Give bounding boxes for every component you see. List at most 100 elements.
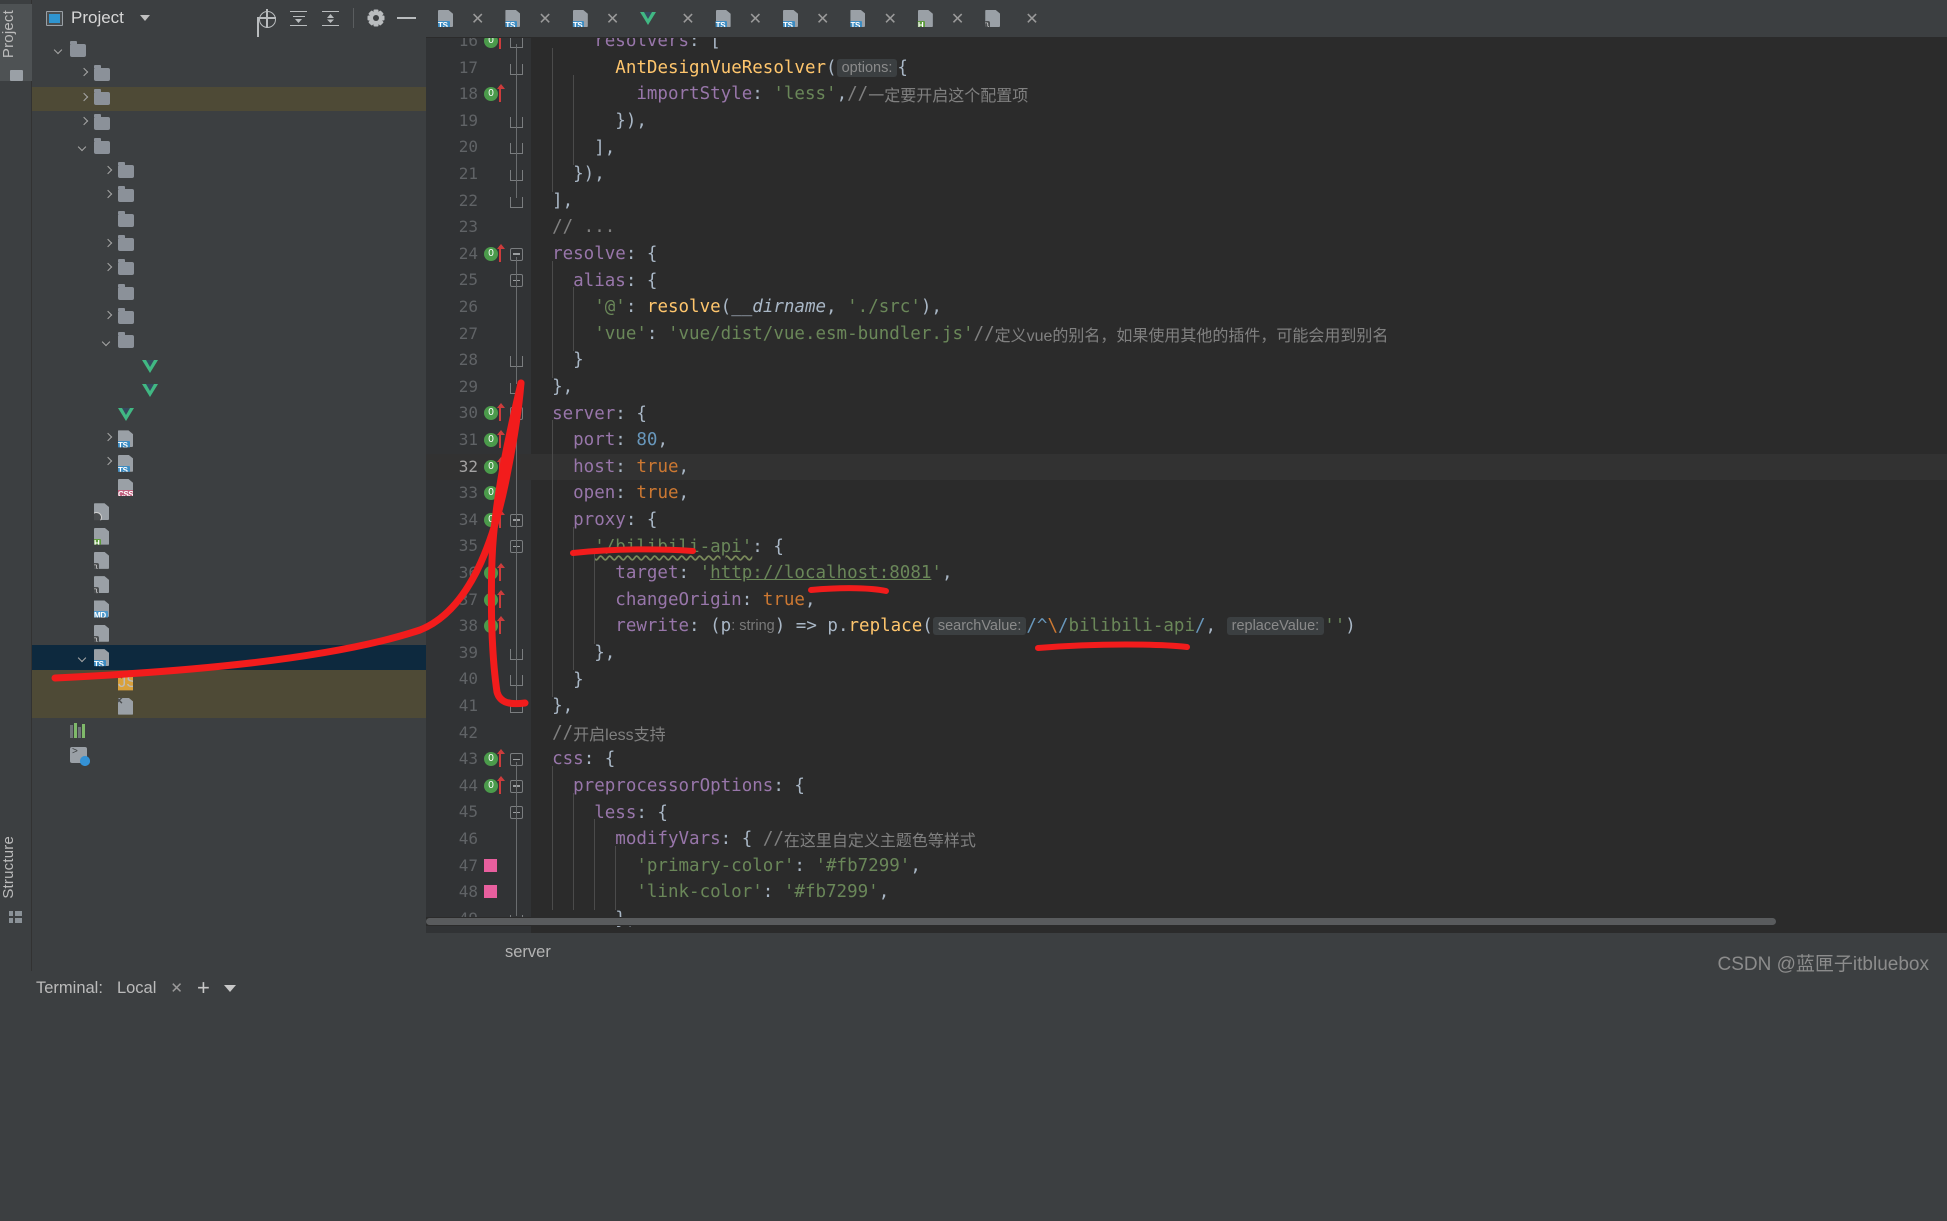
tree-item-styles[interactable] xyxy=(32,281,426,305)
code-line[interactable]: less: { xyxy=(531,799,1947,826)
version-control-marker[interactable]: 0 xyxy=(484,456,505,475)
chevron-right-icon[interactable] xyxy=(78,93,90,105)
code-fold-end[interactable] xyxy=(510,196,523,208)
tree-item-bilibili-vue3-ts[interactable] xyxy=(32,38,426,62)
code-line[interactable]: AntDesignVueResolver( options: { xyxy=(531,55,1947,82)
editor-tab-login-vue[interactable]: ✕ xyxy=(628,0,703,37)
code-line[interactable]: modifyVars: { // 在这里自定义主题色等样式 xyxy=(531,826,1947,853)
editor-tab-main-ts[interactable]: TS ✕ xyxy=(493,0,560,37)
code-line[interactable]: preprocessorOptions: { xyxy=(531,773,1947,800)
code-line[interactable]: '/bilibili-api': { xyxy=(531,533,1947,560)
code-line[interactable]: }, xyxy=(531,374,1947,401)
version-control-marker[interactable]: 0 xyxy=(484,430,505,448)
chevron-right-icon[interactable] xyxy=(102,239,114,251)
code-line[interactable]: rewrite: (p : string ) => p. replace( sea… xyxy=(531,613,1947,640)
close-icon[interactable]: ✕ xyxy=(816,9,829,29)
code-line[interactable]: target: ' http://localhost:8081 ', xyxy=(531,560,1947,587)
code-line[interactable]: ], xyxy=(531,188,1947,215)
code-line[interactable]: 'link-color': '#fb7299', xyxy=(531,879,1947,906)
tree-item-src[interactable] xyxy=(32,135,426,159)
add-terminal-button[interactable]: + xyxy=(197,977,210,999)
color-swatch-marker[interactable] xyxy=(484,885,497,899)
tree-item-vite-config-ts[interactable]: TS xyxy=(32,645,426,670)
code-line[interactable]: server: { xyxy=(531,400,1947,427)
tree-item-package-lock-json[interactable] xyxy=(32,573,426,597)
tree-item-main-ts[interactable]: TS xyxy=(32,427,426,451)
code-line[interactable]: }), xyxy=(531,161,1947,188)
tree-item-router[interactable] xyxy=(32,232,426,256)
tree-item-views[interactable] xyxy=(32,330,426,354)
code-line[interactable]: host: true, xyxy=(531,454,1947,481)
terminal-local-tab[interactable]: Local xyxy=(117,979,156,998)
close-icon[interactable]: ✕ xyxy=(951,9,964,29)
code-line[interactable]: changeOrigin: true, xyxy=(531,587,1947,614)
code-content[interactable]: resolvers: [ AntDesignVueResolver( optio… xyxy=(531,38,1947,933)
tree-item-node-modules[interactable] xyxy=(32,86,426,111)
tool-window-project-button[interactable]: Project xyxy=(0,4,32,82)
code-line[interactable]: resolve: { xyxy=(531,241,1947,268)
editor-tab-request-ts[interactable]: TS ✕ xyxy=(771,0,838,37)
editor-tab-package-jso[interactable]: ✕ xyxy=(973,0,1047,37)
code-line[interactable]: resolvers: [ xyxy=(531,38,1947,55)
close-icon[interactable]: ✕ xyxy=(749,9,762,29)
close-icon[interactable]: ✕ xyxy=(606,9,619,29)
tree-item-package-json[interactable] xyxy=(32,548,426,572)
editor-horizontal-scrollbar[interactable] xyxy=(426,917,1947,926)
code-line[interactable]: }), xyxy=(531,108,1947,135)
close-icon[interactable]: ✕ xyxy=(471,9,484,29)
chevron-down-icon[interactable] xyxy=(54,44,66,56)
chevron-right-icon[interactable] xyxy=(78,117,90,129)
tree-item-public[interactable] xyxy=(32,111,426,135)
code-line[interactable]: '@': resolve(__dirname, './src'), xyxy=(531,294,1947,321)
editor-tab-bar[interactable]: TS✕TS✕TS✕✕TS✕TS✕TS✕H✕✕ xyxy=(426,0,1947,38)
minimize-icon[interactable] xyxy=(397,17,416,19)
gear-icon[interactable] xyxy=(367,9,384,27)
chevron-right-icon[interactable] xyxy=(102,311,114,323)
code-line[interactable]: 'primary-color': '#fb7299', xyxy=(531,853,1947,880)
project-title-box[interactable]: Project xyxy=(46,8,150,28)
tree-item-scratches-and-consoles[interactable] xyxy=(32,743,426,767)
chevron-down-icon[interactable] xyxy=(78,141,90,153)
version-control-marker[interactable]: 0 xyxy=(484,243,505,262)
version-control-marker[interactable]: 0 xyxy=(484,563,505,581)
tree-item-gitignore[interactable] xyxy=(32,500,426,524)
tree-item-app-vue[interactable] xyxy=(32,402,426,426)
chevron-right-icon[interactable] xyxy=(102,433,114,445)
chevron-right-icon[interactable] xyxy=(102,457,114,469)
chevron-right-icon[interactable] xyxy=(102,190,114,202)
code-line[interactable]: port: 80, xyxy=(531,427,1947,454)
editor-tab-router-index-ts[interactable]: TS ✕ xyxy=(704,0,771,37)
tree-item-components[interactable] xyxy=(32,208,426,232)
code-line[interactable]: } xyxy=(531,666,1947,693)
terminal-label[interactable]: Terminal: xyxy=(36,979,103,998)
code-editor[interactable]: resolvers: [ AntDesignVueResolver( optio… xyxy=(426,38,1947,933)
tree-item-style-css[interactable]: CSS xyxy=(32,475,426,499)
code-line[interactable]: proxy: { xyxy=(531,507,1947,534)
chevron-down-icon[interactable] xyxy=(139,15,150,21)
chevron-right-icon[interactable] xyxy=(102,263,114,275)
code-line[interactable]: css: { xyxy=(531,746,1947,773)
code-line[interactable]: } xyxy=(531,347,1947,374)
collapse-all-icon[interactable] xyxy=(321,9,340,28)
tree-item-api[interactable] xyxy=(32,159,426,183)
tree-item-login-vue[interactable] xyxy=(32,378,426,402)
expand-all-icon[interactable] xyxy=(289,9,308,28)
code-fold-end[interactable] xyxy=(510,382,523,394)
color-swatch-marker[interactable] xyxy=(484,858,497,872)
code-fold-end[interactable] xyxy=(510,702,523,713)
locate-icon[interactable] xyxy=(257,8,276,28)
tree-item-home-vue[interactable] xyxy=(32,354,426,378)
code-line[interactable]: ], xyxy=(531,134,1947,161)
chevron-right-icon[interactable] xyxy=(102,166,114,178)
tree-item-utils[interactable] xyxy=(32,305,426,329)
tree-item-readme-md[interactable]: MD xyxy=(32,597,426,621)
terminal-bar[interactable]: Terminal: Local ✕ + xyxy=(36,971,236,1005)
editor-tab-mock-ts[interactable]: TS ✕ xyxy=(561,0,628,37)
chevron-down-icon[interactable] xyxy=(102,336,114,348)
code-line[interactable]: 'vue': 'vue/dist/vue.esm-bundler.js' // … xyxy=(531,321,1947,348)
tree-item-vscode[interactable] xyxy=(32,62,426,86)
chevron-down-icon[interactable] xyxy=(223,984,236,992)
close-icon[interactable]: ✕ xyxy=(170,979,183,997)
code-line[interactable]: }, xyxy=(531,693,1947,720)
tree-item-mock-ts[interactable]: TS xyxy=(32,451,426,475)
